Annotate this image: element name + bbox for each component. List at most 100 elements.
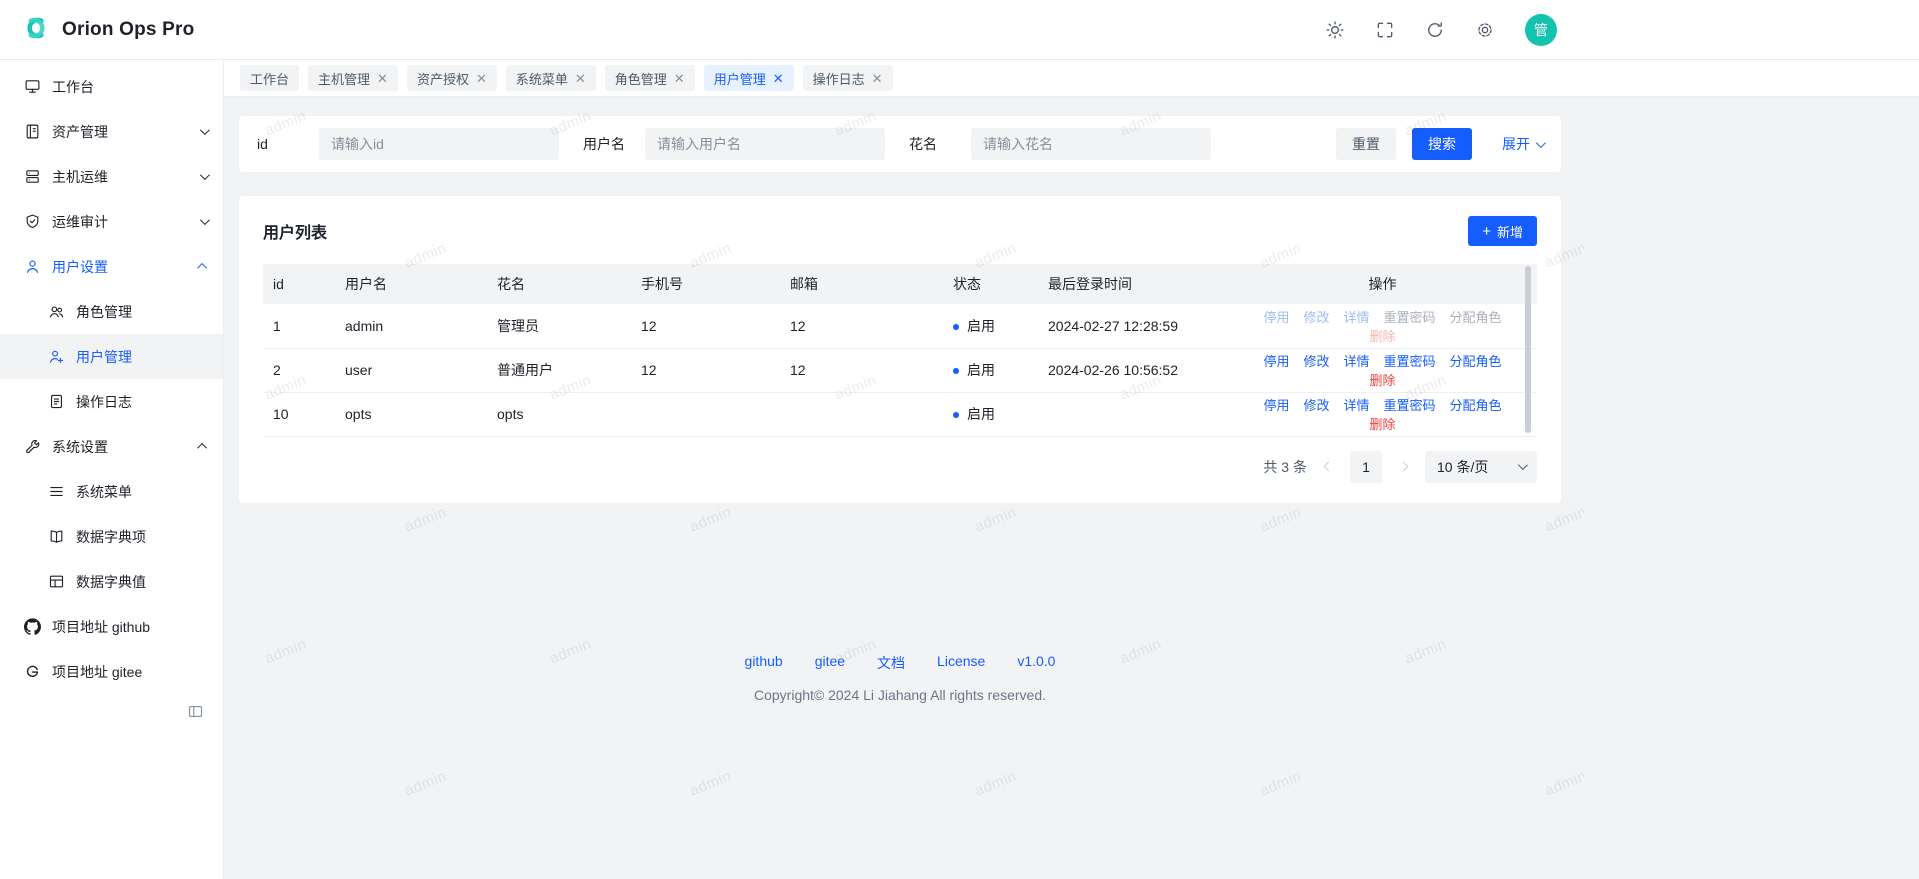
action-delete-link[interactable]: 删除	[1369, 329, 1395, 344]
tab-op-logs[interactable]: 操作日志✕	[803, 65, 893, 91]
fullscreen-button[interactable]	[1375, 20, 1395, 40]
dict-value-icon	[48, 573, 65, 590]
action-detail-link[interactable]: 详情	[1343, 354, 1369, 369]
action-edit-link[interactable]: 修改	[1303, 310, 1329, 325]
tab-role-mgmt[interactable]: 角色管理✕	[605, 65, 695, 91]
action-reset-password-link[interactable]: 重置密码	[1384, 310, 1436, 325]
app-header: Orion Ops Pro 管	[0, 0, 1919, 60]
menu-icon	[48, 483, 65, 500]
reset-button[interactable]: 重置	[1336, 128, 1396, 160]
expand-toggle[interactable]: 展开	[1502, 134, 1543, 154]
action-detail-link[interactable]: 详情	[1343, 398, 1369, 413]
user-avatar[interactable]: 管	[1525, 14, 1557, 46]
plus-icon: +	[1482, 224, 1491, 239]
close-icon[interactable]: ✕	[476, 72, 487, 85]
tab-system-menu[interactable]: 系统菜单✕	[506, 65, 596, 91]
tab-user-mgmt[interactable]: 用户管理✕	[704, 65, 794, 91]
close-icon[interactable]: ✕	[674, 72, 685, 85]
action-assign-role-link[interactable]: 分配角色	[1450, 354, 1502, 369]
refresh-icon	[1425, 20, 1445, 40]
settings-button[interactable]	[1475, 20, 1495, 40]
next-page-button[interactable]	[1400, 463, 1407, 470]
action-disable-link[interactable]: 停用	[1263, 354, 1289, 369]
footer-link-github[interactable]: github	[745, 653, 783, 673]
sidebar-item-dict-items[interactable]: 数据字典项	[0, 514, 223, 559]
sidebar-item-system-menu[interactable]: 系统菜单	[0, 469, 223, 514]
action-assign-role-link[interactable]: 分配角色	[1450, 398, 1502, 413]
action-assign-role-link[interactable]: 分配角色	[1450, 310, 1502, 325]
sidebar-item-user-mgmt[interactable]: 用户管理	[0, 334, 223, 379]
footer-link-docs[interactable]: 文档	[877, 653, 905, 673]
sidebar-item-gitee[interactable]: 项目地址 gitee	[0, 649, 223, 694]
status-badge: 启用	[967, 362, 995, 378]
sidebar-item-ops-audit[interactable]: 运维审计	[0, 199, 223, 244]
close-icon[interactable]: ✕	[575, 72, 586, 85]
sidebar-item-label: 数据字典值	[76, 572, 207, 592]
status-cell: 启用	[943, 392, 1038, 436]
close-icon[interactable]: ✕	[377, 72, 388, 85]
action-disable-link[interactable]: 停用	[1263, 398, 1289, 413]
action-edit-link[interactable]: 修改	[1303, 354, 1329, 369]
sidebar-item-dict-values[interactable]: 数据字典值	[0, 559, 223, 604]
footer-link-version[interactable]: v1.0.0	[1017, 653, 1055, 673]
sidebar-item-op-logs[interactable]: 操作日志	[0, 379, 223, 424]
asset-icon	[24, 123, 41, 140]
theme-button[interactable]	[1325, 20, 1345, 40]
sidebar: 工作台资产管理主机运维运维审计用户设置角色管理用户管理操作日志系统设置系统菜单数…	[0, 60, 224, 879]
table-cell: 12	[631, 348, 780, 392]
sidebar-item-host-ops[interactable]: 主机运维	[0, 154, 223, 199]
sidebar-item-label: 项目地址 gitee	[52, 662, 207, 682]
app-root: Orion Ops Pro 管 工作台资产管理主机运维运维审计用户设置角色管理用…	[0, 0, 1919, 879]
refresh-button[interactable]	[1425, 20, 1445, 40]
sidebar-item-role-mgmt[interactable]: 角色管理	[0, 289, 223, 334]
sidebar-collapse-button[interactable]	[187, 702, 205, 720]
action-disable-link[interactable]: 停用	[1263, 310, 1289, 325]
add-user-button[interactable]: + 新增	[1468, 216, 1537, 246]
table-cell: 12	[631, 304, 780, 348]
table-cell	[780, 392, 943, 436]
brand[interactable]: Orion Ops Pro	[0, 12, 224, 47]
tab-asset-auth[interactable]: 资产授权 ✕	[407, 65, 497, 91]
nickname-input[interactable]	[971, 128, 1211, 160]
footer-link-license[interactable]: License	[937, 653, 985, 673]
chevron-up-icon	[197, 443, 207, 453]
close-icon[interactable]: ✕	[872, 72, 883, 85]
action-reset-password-link[interactable]: 重置密码	[1384, 398, 1436, 413]
search-button[interactable]: 搜索	[1412, 128, 1472, 160]
tab-label: 资产授权	[417, 69, 469, 88]
user-icon	[24, 258, 41, 275]
page-number-button[interactable]: 1	[1350, 451, 1382, 483]
chevron-down-icon	[200, 170, 210, 180]
page-size-select[interactable]: 10 条/页	[1425, 451, 1537, 483]
chevron-up-icon	[197, 263, 207, 273]
sidebar-item-label: 运维审计	[52, 212, 189, 232]
table-row: 10optsopts启用停用修改详情重置密码分配角色删除	[263, 392, 1537, 436]
sidebar-item-github[interactable]: 项目地址 github	[0, 604, 223, 649]
fullscreen-icon	[1375, 20, 1395, 40]
table-cell: 12	[780, 304, 943, 348]
table-scrollbar[interactable]	[1525, 266, 1531, 433]
search-fields: id用户名花名	[257, 128, 1235, 160]
close-icon[interactable]: ✕	[773, 72, 784, 85]
tab-host-mgmt[interactable]: 主机管理✕	[308, 65, 398, 91]
sidebar-item-user-settings[interactable]: 用户设置	[0, 244, 223, 289]
tab-workbench[interactable]: 工作台	[240, 65, 299, 91]
sidebar-item-asset-mgmt[interactable]: 资产管理	[0, 109, 223, 154]
action-reset-password-link[interactable]: 重置密码	[1384, 354, 1436, 369]
prev-page-button[interactable]	[1325, 463, 1332, 470]
sidebar-item-system-settings[interactable]: 系统设置	[0, 424, 223, 469]
search-actions: 重置 搜索 展开	[1336, 128, 1543, 160]
username-input[interactable]	[645, 128, 885, 160]
id-input[interactable]	[319, 128, 559, 160]
table-cell: 管理员	[487, 304, 631, 348]
footer-link-gitee[interactable]: gitee	[815, 653, 845, 673]
status-cell: 启用	[943, 348, 1038, 392]
sidebar-item-workbench[interactable]: 工作台	[0, 64, 223, 109]
watermark-text: admin	[972, 767, 1019, 799]
action-delete-link[interactable]: 删除	[1369, 373, 1395, 388]
action-delete-link[interactable]: 删除	[1369, 417, 1395, 432]
action-edit-link[interactable]: 修改	[1303, 398, 1329, 413]
column-header: 用户名	[335, 264, 487, 304]
action-detail-link[interactable]: 详情	[1343, 310, 1369, 325]
table-row: 1admin管理员1212启用2024-02-27 12:28:59停用修改详情…	[263, 304, 1537, 348]
